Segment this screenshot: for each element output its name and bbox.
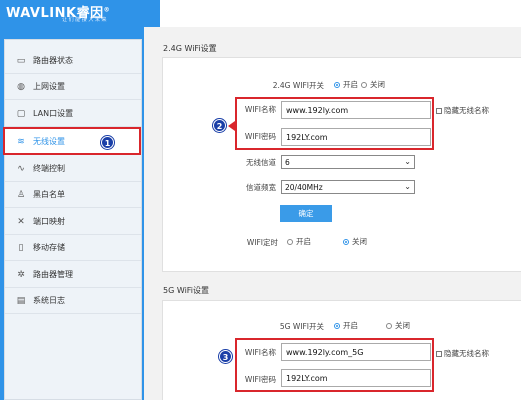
sidebar-item-label: 路由器状态	[33, 56, 73, 65]
sidebar-item-label: 系统日志	[33, 296, 65, 305]
checkbox-label: 隐藏无线名称	[444, 106, 489, 115]
router-status-icon: ▭	[16, 56, 26, 66]
wifi5-password-label: WIFI密码	[244, 375, 276, 384]
sidebar-item-terminal-control[interactable]: ∿ 终端控制	[5, 156, 141, 182]
radio-selected-icon	[343, 238, 349, 245]
wifi24-timer-on[interactable]: 开启	[287, 236, 311, 247]
chevron-down-icon: ⌄	[404, 157, 411, 166]
wifi24-switch-off[interactable]: 关闭	[361, 79, 385, 90]
step-3-badge: 3	[219, 350, 232, 363]
wifi24-name-input[interactable]: www.192ly.com	[281, 101, 431, 119]
sidebar-item-wireless[interactable]: ≋ 无线设置	[3, 127, 141, 155]
chevron-down-icon: ⌄	[404, 182, 411, 191]
sidebar-item-label: 端口映射	[33, 217, 65, 226]
top-header: WAVLINK睿因® 让 们 能 接 入 未 来	[0, 0, 521, 27]
sidebar-item-router-management[interactable]: ✲ 路由器管理	[5, 262, 141, 288]
wifi-icon: ≋	[17, 137, 25, 147]
wifi24-channel-select[interactable]: 6 ⌄	[281, 155, 415, 169]
step-2-badge: 2	[213, 119, 226, 132]
radio-label: 开启	[343, 321, 358, 330]
wifi24-timer-off[interactable]: 关闭	[343, 236, 367, 247]
step-1-badge: 1	[101, 136, 114, 149]
radio-selected-icon	[334, 322, 340, 329]
wifi24-bandwidth-select[interactable]: 20/40MHz ⌄	[281, 180, 415, 194]
wifi24-password-input[interactable]: 192LY.com	[281, 128, 431, 146]
brand-tagline: 让 们 能 接 入 未 来	[62, 17, 107, 23]
select-value: 20/40MHz	[285, 183, 323, 192]
checkbox-icon	[436, 107, 442, 114]
sidebar-item-internet[interactable]: ◍ 上网设置	[5, 74, 141, 100]
sidebar-item-system-log[interactable]: ▤ 系统日志	[5, 288, 141, 314]
storage-icon: ▯	[18, 243, 24, 253]
wifi24-timer-label: WIFI定时	[246, 238, 278, 247]
sidebar-item-label: 终端控制	[33, 164, 65, 173]
sidebar-item-router-status[interactable]: ▭ 路由器状态	[5, 48, 141, 74]
radio-label: 关闭	[370, 80, 385, 89]
radio-selected-icon	[334, 81, 340, 88]
sidebar-item-label: LAN口设置	[33, 109, 74, 118]
user-icon: ♙	[16, 190, 26, 200]
sidebar-item-port-mapping[interactable]: ✕ 端口映射	[5, 209, 141, 235]
radio-unselected-icon	[361, 81, 367, 88]
sidebar-item-label: 上网设置	[33, 82, 65, 91]
log-icon: ▤	[16, 296, 26, 306]
wifi5-section-title: 5G WiFi设置	[163, 286, 210, 295]
wifi24-switch-on[interactable]: 开启	[334, 79, 358, 90]
wifi24-bandwidth-label: 信道频宽	[246, 183, 276, 192]
globe-icon: ◍	[17, 82, 25, 92]
header-blank-area	[160, 0, 521, 27]
registered-mark: ®	[103, 6, 111, 14]
radio-label: 开启	[296, 237, 311, 246]
wifi5-name-label: WIFI名称	[244, 348, 276, 357]
wifi24-channel-label: 无线信道	[246, 158, 276, 167]
wifi5-name-input[interactable]: www.192ly.com_5G	[281, 343, 431, 361]
sidebar-item-label: 路由器管理	[33, 270, 73, 279]
wifi24-switch-label: 2.4G WIFI开关	[272, 81, 324, 90]
terminal-control-icon: ∿	[17, 164, 25, 174]
wifi5-switch-on[interactable]: 开启	[334, 320, 358, 331]
wifi5-password-input[interactable]: 192LY.com	[281, 369, 431, 387]
sidebar-item-label: 无线设置	[33, 136, 65, 146]
checkbox-icon	[436, 350, 442, 357]
checkbox-label: 隐藏无线名称	[444, 349, 489, 358]
sidebar-item-label: 移动存储	[33, 243, 65, 252]
wifi5-switch-label: 5G WIFI开关	[279, 322, 324, 331]
wifi24-hide-ssid-checkbox[interactable]: 隐藏无线名称	[436, 105, 489, 116]
sidebar-item-mobile-storage[interactable]: ▯ 移动存储	[5, 235, 141, 261]
sidebar: ▭ 路由器状态 ◍ 上网设置 ▢ LAN口设置 ≋ 无线设置 ∿ 终端控制 ♙ …	[0, 27, 144, 400]
wifi24-section-title: 2.4G WiFi设置	[163, 44, 217, 53]
wifi5-hide-ssid-checkbox[interactable]: 隐藏无线名称	[436, 348, 489, 359]
gear-icon: ✲	[17, 270, 25, 280]
radio-unselected-icon	[287, 238, 293, 245]
wifi5-switch-off[interactable]: 关闭	[386, 320, 410, 331]
sidebar-item-black-white-list[interactable]: ♙ 黑白名单	[5, 182, 141, 208]
lan-icon: ▢	[16, 109, 26, 119]
sidebar-menu: ▭ 路由器状态 ◍ 上网设置 ▢ LAN口设置 ≋ 无线设置 ∿ 终端控制 ♙ …	[3, 39, 142, 400]
radio-label: 关闭	[395, 321, 410, 330]
wifi24-password-label: WIFI密码	[244, 132, 276, 141]
radio-unselected-icon	[386, 322, 392, 329]
tools-icon: ✕	[17, 217, 25, 227]
wifi24-name-label: WIFI名称	[244, 105, 276, 114]
radio-label: 关闭	[352, 237, 367, 246]
wifi24-confirm-button[interactable]: 确定	[280, 205, 332, 222]
radio-label: 开启	[343, 80, 358, 89]
sidebar-item-label: 黑白名单	[33, 190, 65, 199]
sidebar-item-lan[interactable]: ▢ LAN口设置	[5, 101, 141, 127]
select-value: 6	[285, 158, 290, 167]
